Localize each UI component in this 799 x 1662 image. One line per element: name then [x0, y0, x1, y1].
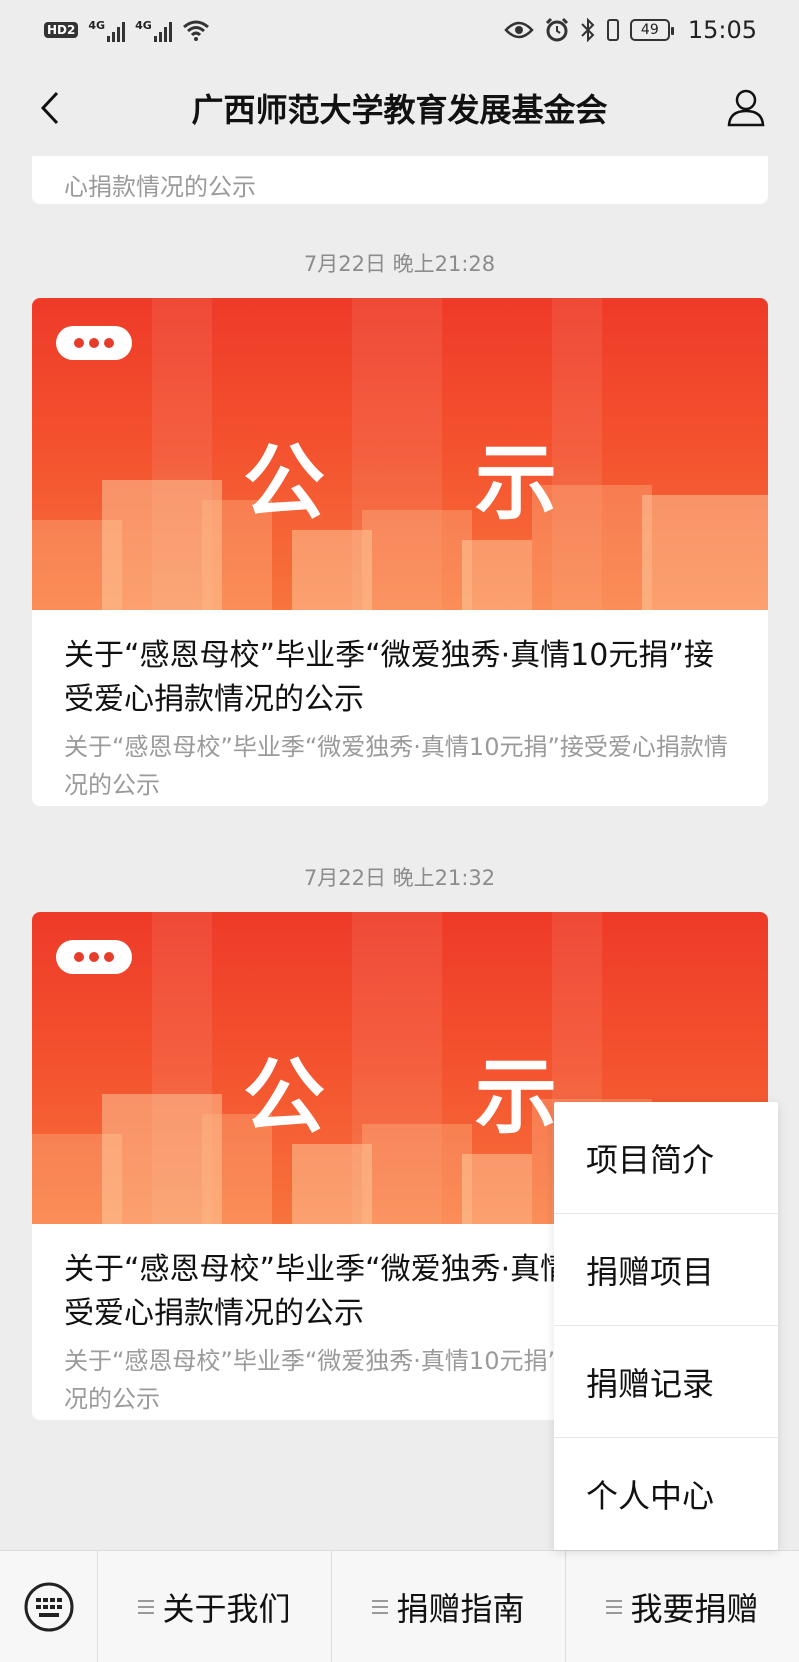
status-left: HD2 4G 4G: [44, 19, 210, 42]
page-title: 广西师范大学教育发展基金会: [191, 91, 608, 129]
timestamp: 7月22日 晚上21:32: [303, 866, 496, 890]
menu-item-personal-center[interactable]: 个人中心: [554, 1438, 778, 1550]
cover-title: 公示: [242, 436, 707, 531]
menu-item-donation-records[interactable]: 捐赠记录: [554, 1326, 778, 1438]
menu-lines-icon: [138, 1599, 155, 1614]
back-button[interactable]: [30, 86, 70, 130]
signal-1-icon: 4G: [88, 19, 126, 42]
person-icon: [727, 89, 765, 127]
more-options-button[interactable]: [56, 326, 132, 360]
article-title: 关于“感恩母校”毕业季“微爱独秀·真情10元捐”接受爱心捐款情况的公示: [64, 638, 714, 717]
profile-button[interactable]: [723, 82, 769, 132]
article-desc: 心捐款情况的公示: [64, 173, 256, 201]
hd-badge: HD2: [44, 22, 79, 38]
alarm-icon: [545, 17, 568, 42]
menu-lines-icon: [372, 1599, 389, 1614]
chevron-left-icon: [40, 91, 59, 125]
keyboard-icon: [24, 1582, 73, 1631]
keyboard-toggle-button[interactable]: [0, 1550, 98, 1662]
battery-icon: 49: [629, 19, 674, 41]
article-cover-image: 公示: [32, 298, 768, 610]
vibrate-icon: [606, 19, 619, 41]
more-options-button[interactable]: [56, 940, 132, 974]
menu-lines-icon: [606, 1599, 623, 1614]
article-desc: 关于“感恩母校”毕业季“微爱独秀·真情10元捐”接受爱心捐款情况的公示: [64, 733, 728, 799]
timestamp: 7月22日 晚上21:28: [303, 252, 496, 276]
menu-label: 关于我们: [162, 1589, 291, 1628]
eye-icon: [504, 21, 534, 39]
article-card[interactable]: 公示 关于“感恩母校”毕业季“微爱独秀·真情10元捐”接受爱心捐款情况的公示 关…: [32, 298, 768, 806]
clock: 15:05: [687, 16, 757, 44]
menu-donation-guide[interactable]: 捐赠指南: [332, 1550, 566, 1662]
previous-article-card[interactable]: 心捐款情况的公示: [32, 156, 768, 204]
menu-about-us[interactable]: 关于我们: [98, 1550, 332, 1662]
article-body: 关于“感恩母校”毕业季“微爱独秀·真情10元捐”接受爱心捐款情况的公示 关于“感…: [32, 610, 768, 804]
bottom-menu-bar: 关于我们 捐赠指南 我要捐赠: [0, 1550, 799, 1662]
submenu-popup: 项目简介 捐赠项目 捐赠记录 个人中心: [554, 1102, 778, 1550]
status-right: 49 15:05: [504, 16, 757, 44]
bluetooth-icon: [581, 17, 595, 43]
signal-2-icon: 4G: [135, 19, 172, 42]
menu-i-want-to-donate[interactable]: 我要捐赠: [566, 1551, 799, 1662]
wifi-icon: [182, 20, 209, 41]
chat-header: 广西师范大学教育发展基金会: [0, 60, 799, 156]
menu-label: 我要捐赠: [630, 1589, 759, 1628]
menu-label: 捐赠指南: [396, 1589, 525, 1628]
status-bar: HD2 4G 4G 49 15:05: [0, 0, 799, 60]
menu-item-project-intro[interactable]: 项目简介: [554, 1102, 778, 1214]
menu-item-donation-projects[interactable]: 捐赠项目: [554, 1214, 778, 1326]
